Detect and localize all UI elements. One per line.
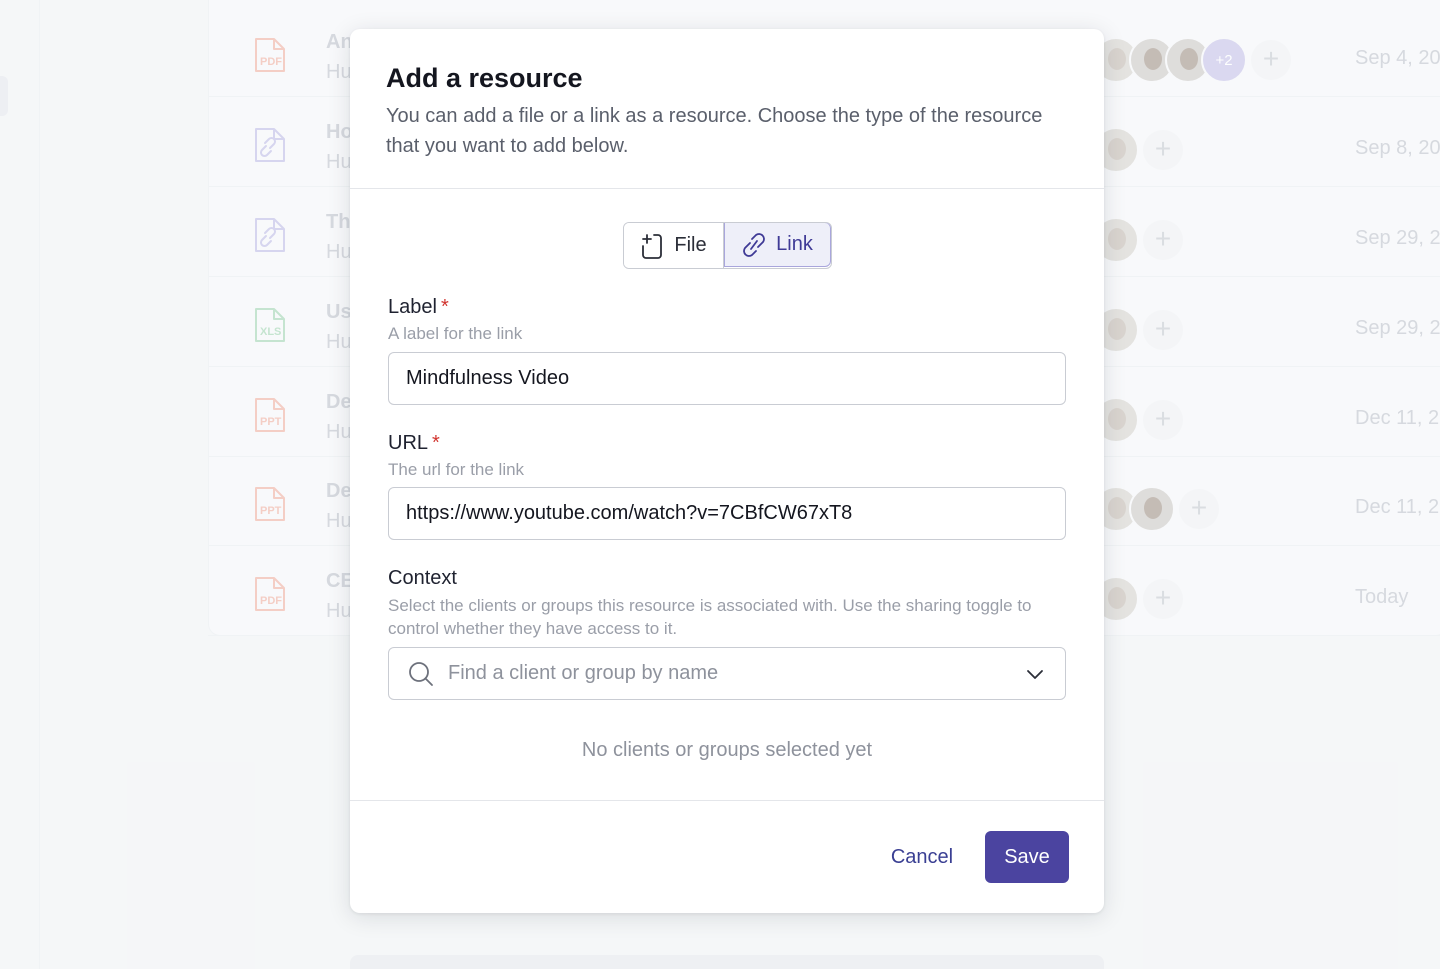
- chevron-down-icon[interactable]: [1025, 664, 1045, 684]
- label-input[interactable]: Mindfulness Video: [388, 352, 1066, 405]
- dialog-description: You can add a file or a link as a resour…: [386, 105, 1043, 157]
- file-toggle-button[interactable]: File: [624, 223, 724, 268]
- file-plus-icon: [642, 233, 663, 259]
- file-toggle-label: File: [674, 234, 707, 256]
- dialog-title: Add a resource: [386, 63, 583, 93]
- required-mark: *: [432, 432, 440, 454]
- footer-divider: [350, 800, 1104, 801]
- url-input[interactable]: https://www.youtube.com/watch?v=7CBfCW67…: [388, 487, 1066, 540]
- context-field-label: Context: [388, 567, 457, 589]
- link-toggle-label: Link: [776, 233, 813, 255]
- label-field-label: Label *: [388, 296, 449, 318]
- url-field-label: URL *: [388, 432, 440, 454]
- add-resource-dialog: Add a resource You can add a file or a l…: [350, 29, 1104, 913]
- context-field-help: Select the clients or groups this resour…: [388, 596, 1032, 638]
- background-panel-edge: [350, 955, 1104, 969]
- empty-selection-note: No clients or groups selected yet: [581, 739, 873, 761]
- header-divider: [350, 188, 1104, 189]
- link-icon: [743, 232, 766, 257]
- required-mark: *: [440, 296, 449, 318]
- url-field-help: The url for the link: [388, 460, 525, 479]
- resource-type-toggle: File Link: [623, 222, 832, 269]
- client-group-search[interactable]: Find a client or group by name: [388, 647, 1066, 700]
- save-button[interactable]: Save: [985, 831, 1069, 883]
- label-field-help: A label for the link: [388, 324, 523, 343]
- link-toggle-button[interactable]: Link: [724, 223, 831, 267]
- search-icon: [409, 661, 433, 686]
- client-group-search-placeholder: Find a client or group by name: [448, 662, 719, 684]
- cancel-button[interactable]: Cancel: [872, 831, 972, 883]
